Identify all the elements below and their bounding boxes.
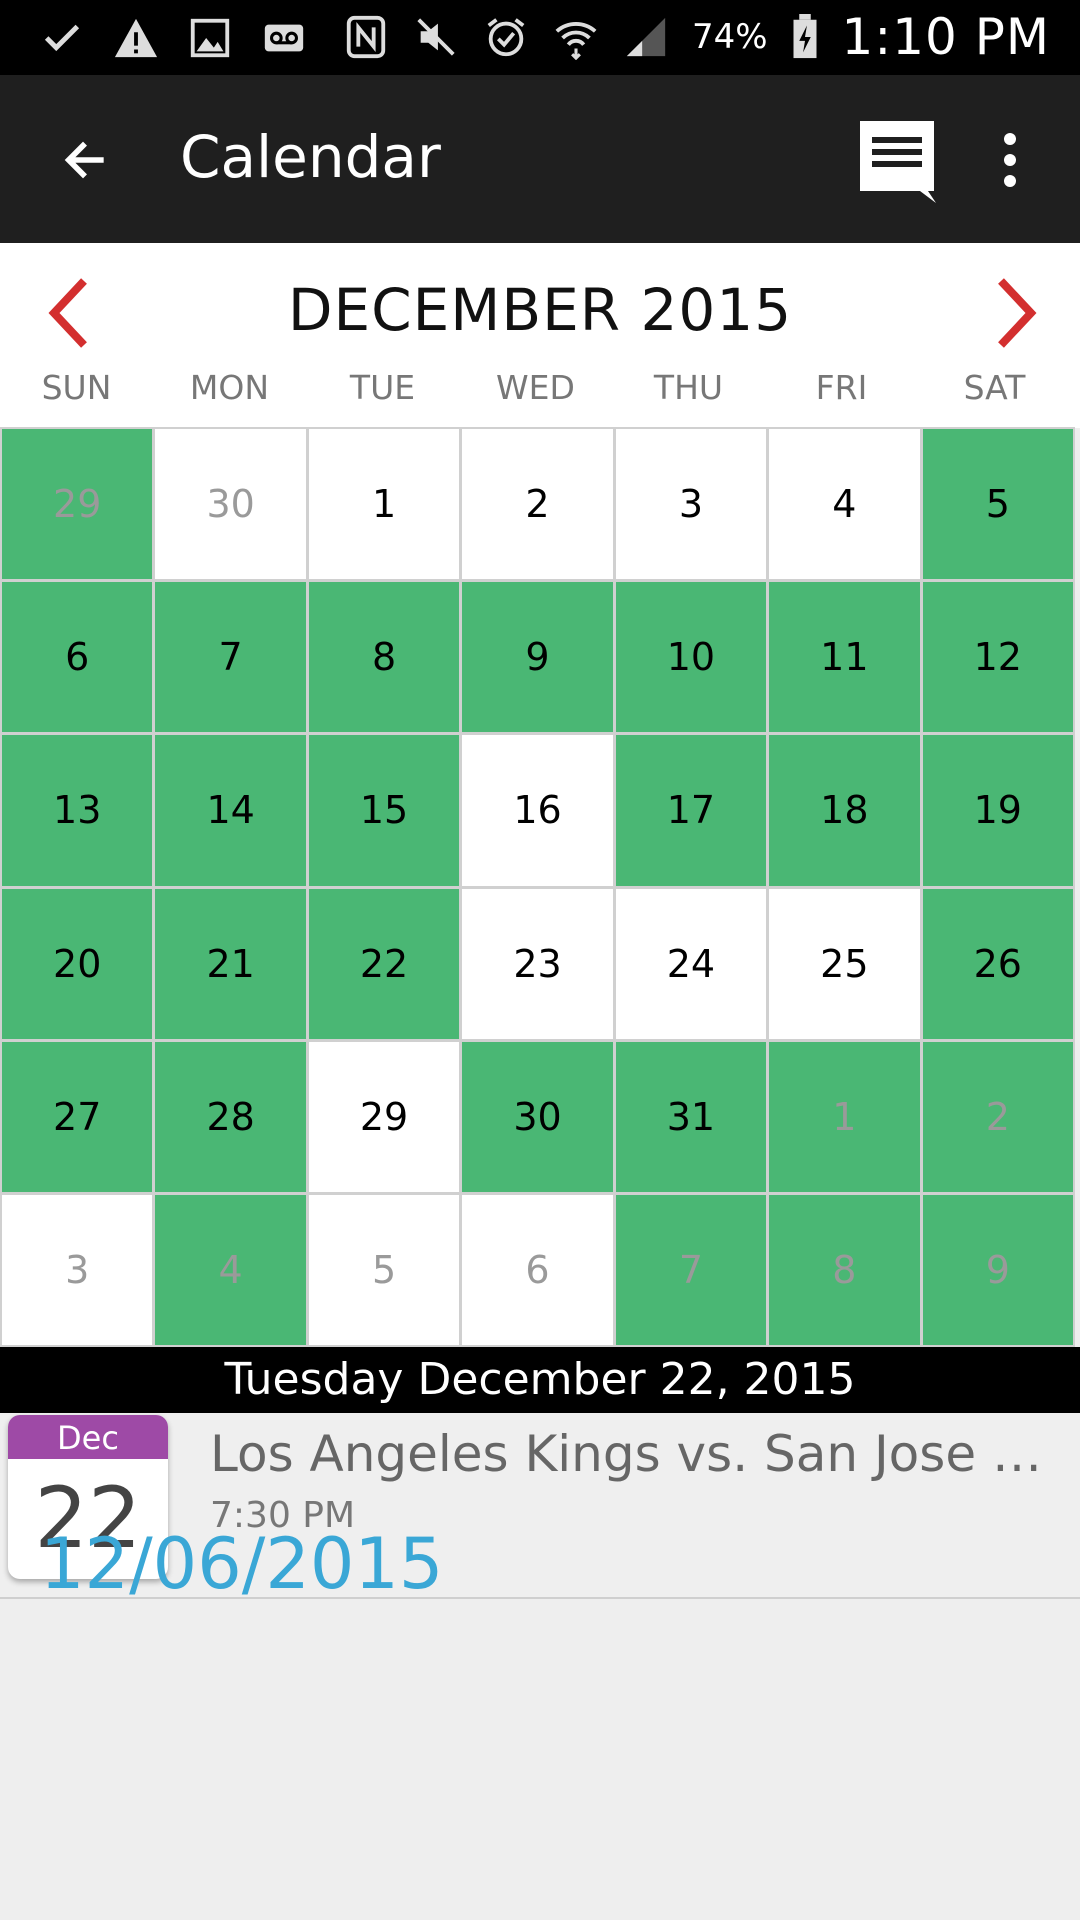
calendar-day-cell[interactable]: 7 xyxy=(615,1194,767,1345)
calendar-day-cell[interactable]: 9 xyxy=(922,1194,1073,1345)
battery-percent: 74% xyxy=(691,17,768,57)
calendar-icon-month: Dec xyxy=(8,1415,168,1459)
event-title: Los Angeles Kings vs. San Jose Sh... xyxy=(210,1425,1070,1483)
calendar-day-cell[interactable]: 5 xyxy=(308,1194,460,1345)
weekday-label: WED xyxy=(496,368,575,407)
weekday-header: SUN MON TUE WED THU FRI SAT xyxy=(0,368,1080,407)
calendar-day-cell[interactable]: 4 xyxy=(769,429,920,580)
calendar-day-cell[interactable]: 25 xyxy=(769,888,920,1039)
calendar-day-cell[interactable]: 17 xyxy=(615,735,767,886)
calendar-day-cell[interactable]: 2 xyxy=(922,1041,1073,1192)
calendar-day-cell[interactable]: 8 xyxy=(308,582,460,733)
calendar-day-cell[interactable]: 19 xyxy=(922,735,1073,886)
weekday-label: SUN xyxy=(41,368,112,407)
calendar-day-cell[interactable]: 21 xyxy=(155,888,306,1039)
battery-charging-icon xyxy=(790,13,820,61)
calendar-day-cell[interactable]: 4 xyxy=(155,1194,306,1345)
calendar-day-cell[interactable]: 6 xyxy=(2,582,153,733)
month-title: DECEMBER 2015 xyxy=(287,276,793,344)
calendar-grid: 29 30 1 2 3 4 5 6 7 8 9 10 11 12 13 14 15 16 17 18 19 20 21 22 2… xyxy=(0,427,1075,1347)
event-list-item[interactable]: Dec 22 Los Angeles Kings vs. San Jose Sh… xyxy=(0,1413,1080,1605)
calendar-day-cell[interactable]: 12 xyxy=(922,582,1073,733)
calendar-day-cell[interactable]: 8 xyxy=(769,1194,920,1345)
calendar-day-cell[interactable]: 24 xyxy=(615,888,767,1039)
month-header: DECEMBER 2015 SUN MON TUE WED THU FRI SA… xyxy=(0,243,1080,428)
back-button[interactable] xyxy=(50,125,120,195)
date-overlay-text: 12/06/2015 xyxy=(40,1523,444,1605)
weekday-label: THU xyxy=(653,368,724,407)
calendar-day-cell[interactable]: 1 xyxy=(308,429,460,580)
calendar-day-cell[interactable]: 30 xyxy=(155,429,306,580)
calendar-day-cell[interactable]: 23 xyxy=(462,888,613,1039)
page-title: Calendar xyxy=(180,123,441,191)
calendar-day-cell[interactable]: 27 xyxy=(2,1041,153,1192)
clock: 1:10 PM xyxy=(841,8,1050,66)
mute-icon xyxy=(412,13,460,61)
calendar-day-cell[interactable]: 2 xyxy=(462,429,613,580)
signal-icon xyxy=(622,13,670,61)
alarm-icon xyxy=(482,13,530,61)
nfc-icon xyxy=(342,13,390,61)
calendar-day-cell[interactable]: 29 xyxy=(2,429,153,580)
weekday-label: FRI xyxy=(815,368,868,407)
calendar-day-cell[interactable]: 6 xyxy=(462,1194,613,1345)
more-options-button[interactable] xyxy=(985,125,1035,195)
calendar-day-cell[interactable]: 22 xyxy=(308,888,460,1039)
app-bar: Calendar xyxy=(0,75,1080,243)
calendar-day-cell[interactable]: 3 xyxy=(2,1194,153,1345)
calendar-day-cell[interactable]: 15 xyxy=(308,735,460,886)
calendar-day-cell[interactable]: 28 xyxy=(155,1041,306,1192)
message-button[interactable] xyxy=(852,115,942,205)
calendar-day-cell[interactable]: 18 xyxy=(769,735,920,886)
chat-icon xyxy=(860,121,936,203)
selected-date-label: Tuesday December 22, 2015 xyxy=(0,1347,1080,1413)
calendar-day-cell[interactable]: 7 xyxy=(155,582,306,733)
weekday-label: SAT xyxy=(963,368,1026,407)
calendar-day-cell[interactable]: 11 xyxy=(769,582,920,733)
calendar-day-cell[interactable]: 16 xyxy=(462,735,613,886)
calendar-day-cell[interactable]: 14 xyxy=(155,735,306,886)
calendar-day-cell[interactable]: 29 xyxy=(308,1041,460,1192)
calendar-day-cell[interactable]: 31 xyxy=(615,1041,767,1192)
more-vert-dot xyxy=(1004,154,1016,166)
calendar-day-cell[interactable]: 9 xyxy=(462,582,613,733)
wifi-icon xyxy=(552,13,600,61)
check-icon xyxy=(38,14,86,62)
calendar-day-cell[interactable]: 10 xyxy=(615,582,767,733)
calendar-day-cell[interactable]: 26 xyxy=(922,888,1073,1039)
more-vert-icon xyxy=(1004,133,1016,145)
voicemail-icon xyxy=(260,14,308,62)
calendar-day-cell[interactable]: 30 xyxy=(462,1041,613,1192)
warning-icon xyxy=(112,14,160,62)
status-bar: 74% 1:10 PM xyxy=(0,0,1080,75)
chevron-right-icon xyxy=(998,278,1037,348)
calendar-day-cell[interactable]: 20 xyxy=(2,888,153,1039)
calendar-day-cell[interactable]: 13 xyxy=(2,735,153,886)
arrow-left-icon xyxy=(64,141,104,179)
weekday-label: TUE xyxy=(349,368,416,407)
image-icon xyxy=(186,14,234,62)
calendar-day-cell[interactable]: 1 xyxy=(769,1041,920,1192)
more-vert-dot xyxy=(1004,175,1016,187)
calendar-day-cell[interactable]: 3 xyxy=(615,429,767,580)
weekday-label: MON xyxy=(189,368,270,407)
next-month-button[interactable] xyxy=(985,273,1045,353)
calendar-day-cell[interactable]: 5 xyxy=(922,429,1073,580)
